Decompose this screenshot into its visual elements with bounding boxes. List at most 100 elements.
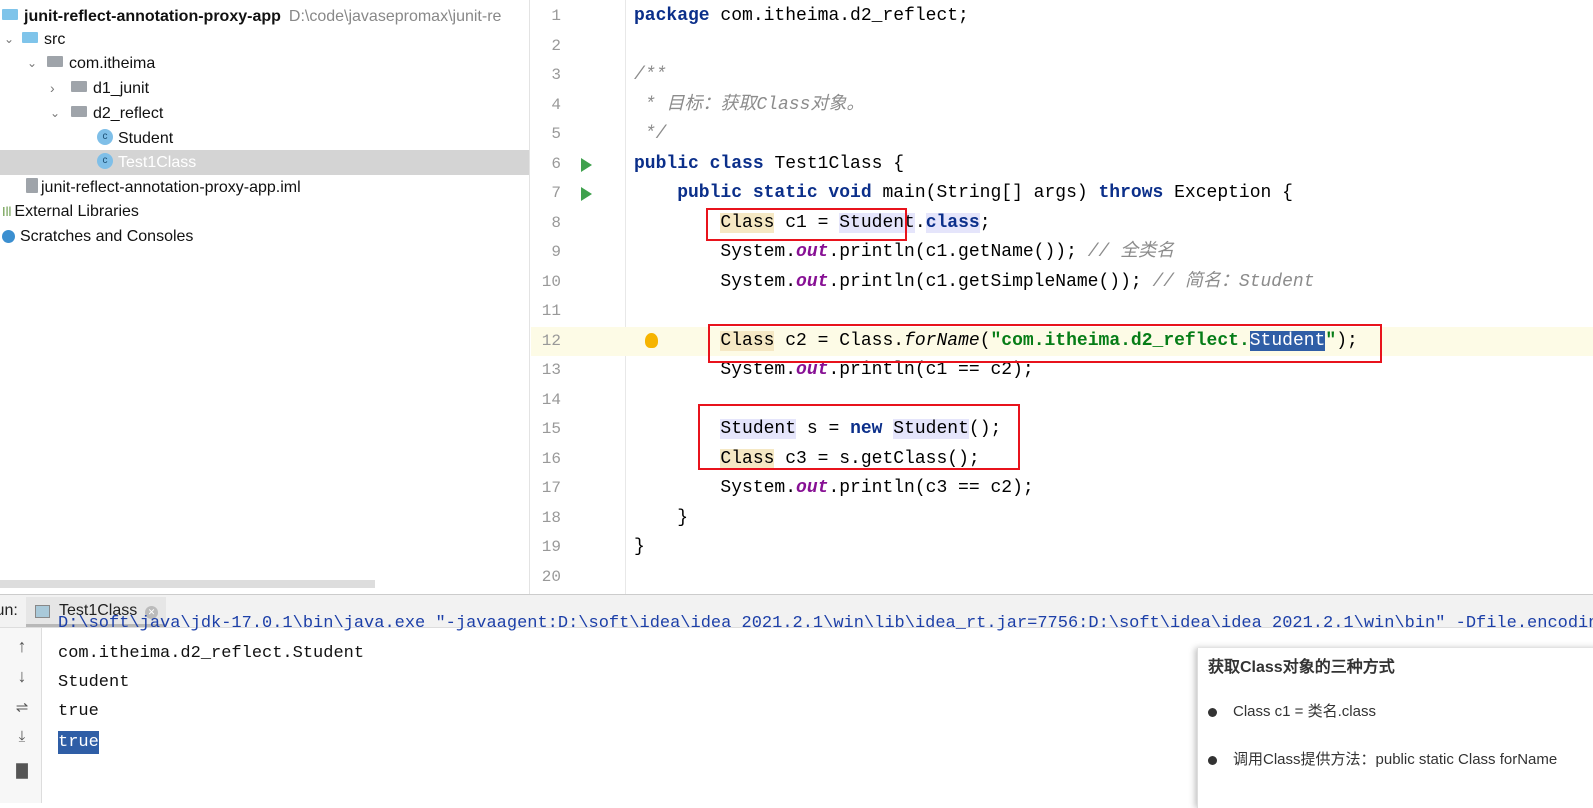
- code-text: */: [634, 120, 667, 150]
- code-token: .: [914, 212, 926, 233]
- code-token: out: [796, 360, 829, 380]
- line-number[interactable]: 19: [531, 533, 561, 563]
- tree-item-d2-reflect[interactable]: ⌄ d2_reflect: [0, 101, 529, 126]
- code-token: System.: [634, 478, 797, 498]
- annotation-box: [706, 208, 907, 241]
- code-text: System.out.println(c3 == c2);: [634, 474, 1033, 504]
- code-line[interactable]: 17 System.out.println(c3 == c2);: [531, 474, 1593, 504]
- code-token: /**: [634, 65, 667, 85]
- tree-item-scratches[interactable]: Scratches and Consoles: [0, 224, 529, 249]
- console-command-line[interactable]: D:\soft\java\jdk-17.0.1\bin\java.exe "-j…: [58, 614, 1593, 633]
- code-line[interactable]: 8 Class c1 = Student.class;: [531, 209, 1593, 239]
- tree-item-iml[interactable]: junit-reflect-annotation-proxy-app.iml: [0, 175, 529, 200]
- chevron-down-icon[interactable]: ⌄: [50, 101, 60, 126]
- tree-item-d1-junit[interactable]: › d1_junit: [0, 76, 529, 101]
- code-line[interactable]: 11: [531, 297, 1593, 327]
- bullet-icon: [1208, 707, 1217, 717]
- console-line: com.itheima.d2_reflect.Student: [58, 644, 365, 663]
- line-number[interactable]: 16: [531, 445, 561, 475]
- code-line[interactable]: 10 System.out.println(c1.getSimpleName()…: [531, 268, 1593, 298]
- code-line[interactable]: 19}: [531, 533, 1593, 563]
- console-line: Student: [58, 673, 130, 692]
- chevron-right-icon[interactable]: ›: [50, 76, 55, 101]
- tree-item-src[interactable]: ⌄ src: [0, 27, 529, 52]
- code-editor[interactable]: 1 package com.itheima.d2_reflect; 2 3 /** 4 *…: [531, 0, 1593, 594]
- code-line[interactable]: 1 package com.itheima.d2_reflect;: [531, 2, 1593, 32]
- code-line[interactable]: 2: [531, 32, 1593, 62]
- project-root[interactable]: junit-reflect-annotation-proxy-app D:\cod…: [0, 4, 529, 29]
- code-token: System.: [634, 271, 797, 292]
- code-token: Test1Class {: [774, 153, 905, 174]
- line-number[interactable]: 1: [531, 2, 561, 32]
- code-text: System.out.println(c1.getName()); // 全类名: [634, 238, 1174, 268]
- code-token: }: [634, 507, 689, 528]
- line-number[interactable]: 2: [531, 32, 561, 62]
- slide-overlay: 获取Class对象的三种方式 Class c1 = 类名.class 调用Cla…: [1197, 648, 1593, 808]
- code-text: /**: [634, 61, 666, 91]
- line-number[interactable]: 17: [531, 474, 561, 504]
- code-token: }: [634, 537, 645, 557]
- code-line[interactable]: 6 public class Test1Class {: [531, 150, 1593, 180]
- line-number[interactable]: 4: [531, 91, 561, 121]
- code-line[interactable]: 14: [531, 386, 1593, 416]
- tree-item-student[interactable]: c Student: [0, 126, 529, 151]
- line-number[interactable]: 18: [531, 504, 561, 534]
- line-number[interactable]: 13: [531, 356, 561, 386]
- code-token: */: [634, 124, 667, 144]
- code-token: out: [796, 478, 829, 498]
- code-token: ;: [979, 212, 991, 233]
- line-number[interactable]: 11: [531, 297, 561, 327]
- code-line[interactable]: 7 public static void main(String[] args)…: [531, 179, 1593, 209]
- chevron-down-icon[interactable]: ⌄: [4, 27, 14, 52]
- code-text: }: [634, 504, 688, 534]
- print-icon[interactable]: ▇: [10, 761, 34, 779]
- run-gutter-icon[interactable]: [581, 187, 592, 201]
- run-gutter-icon[interactable]: [581, 157, 592, 172]
- line-number[interactable]: 8: [531, 209, 561, 239]
- class-icon: c: [97, 128, 113, 145]
- slide-bullet: Class c1 = 类名.class: [1233, 703, 1376, 720]
- line-number[interactable]: 14: [531, 386, 561, 416]
- arrow-down-icon[interactable]: ↓: [10, 666, 34, 687]
- code-line[interactable]: 4 * 目标：获取Class对象。: [531, 91, 1593, 121]
- line-number[interactable]: 9: [531, 238, 561, 268]
- tree-item-test1class[interactable]: c Test1Class: [0, 150, 529, 175]
- code-line[interactable]: 18 }: [531, 504, 1593, 534]
- tree-label: d2_reflect: [93, 105, 164, 122]
- code-text: }: [634, 533, 645, 563]
- line-number[interactable]: 3: [531, 61, 561, 91]
- code-text: System.out.println(c1.getSimpleName()); …: [634, 268, 1315, 298]
- console-line-selected: true: [58, 731, 99, 754]
- console-icon: [35, 605, 50, 618]
- line-number[interactable]: 10: [531, 268, 561, 298]
- line-number[interactable]: 7: [531, 179, 561, 209]
- code-text: * 目标：获取Class对象。: [634, 91, 865, 121]
- line-number[interactable]: 5: [531, 120, 561, 150]
- soft-wrap-icon[interactable]: ⇌: [10, 698, 34, 716]
- tree-item-external-libraries[interactable]: Ill External Libraries: [0, 199, 529, 224]
- code-token: // 简名：Student: [1152, 271, 1315, 292]
- line-number[interactable]: 6: [531, 150, 561, 180]
- code-token: throws: [1098, 183, 1175, 203]
- code-line[interactable]: 3 /**: [531, 61, 1593, 91]
- arrow-up-icon[interactable]: ↑: [10, 636, 34, 657]
- annotation-box: [698, 404, 1020, 470]
- line-number[interactable]: 12: [531, 327, 561, 357]
- horizontal-scrollbar[interactable]: [0, 580, 375, 588]
- code-line[interactable]: 5 */: [531, 120, 1593, 150]
- run-label: Run:: [0, 602, 18, 619]
- code-token: .println(c1.getSimpleName());: [828, 271, 1153, 292]
- code-line[interactable]: 16 Class c3 = s.getClass();: [531, 445, 1593, 475]
- scroll-to-end-icon[interactable]: ⤓: [10, 728, 34, 745]
- line-number[interactable]: 20: [531, 563, 561, 593]
- source-folder-icon: [22, 32, 38, 44]
- chevron-down-icon[interactable]: ⌄: [27, 51, 37, 76]
- tree-label: com.itheima: [69, 55, 156, 72]
- tree-item-com-itheima[interactable]: ⌄ com.itheima: [0, 51, 529, 76]
- code-line[interactable]: 15 Student s = new Student();: [531, 415, 1593, 445]
- code-line[interactable]: 9 System.out.println(c1.getName()); // 全…: [531, 238, 1593, 268]
- line-number[interactable]: 15: [531, 415, 561, 445]
- code-line[interactable]: 20: [531, 563, 1593, 593]
- tree-label: Test1Class: [118, 154, 197, 171]
- code-token: .println(c1 == c2);: [828, 360, 1034, 380]
